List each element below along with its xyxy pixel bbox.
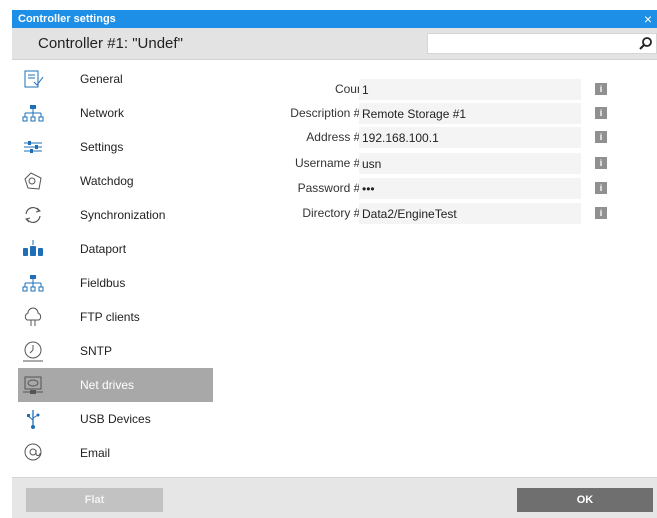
flat-button[interactable]: Flat xyxy=(26,488,163,512)
info-icon[interactable]: i xyxy=(595,83,607,95)
password-label: Password #1 xyxy=(297,181,367,195)
general-icon xyxy=(22,68,44,90)
sidebar-item-label: Email xyxy=(80,446,111,460)
window-title-bar: Controller settings × xyxy=(12,10,657,28)
fieldbus-icon xyxy=(22,272,44,294)
sidebar-item-sntp[interactable]: SNTP xyxy=(18,334,213,368)
sidebar-item-usb-devices[interactable]: USB Devices xyxy=(18,402,213,436)
network-icon xyxy=(22,102,44,124)
directory-field[interactable] xyxy=(359,203,581,224)
sidebar-item-settings[interactable]: Settings xyxy=(18,130,213,164)
sidebar-item-label: Synchronization xyxy=(80,208,166,222)
directory-label: Directory #1 xyxy=(302,206,367,220)
info-icon[interactable]: i xyxy=(595,182,607,194)
controller-header: Controller #1: "Undef" xyxy=(12,28,657,60)
search-icon[interactable] xyxy=(638,36,654,52)
sidebar-item-label: General xyxy=(80,72,123,86)
info-icon[interactable]: i xyxy=(595,157,607,169)
info-icon[interactable]: i xyxy=(595,107,607,119)
form-row-address: Address #1 i xyxy=(215,126,657,148)
sidebar-item-label: USB Devices xyxy=(80,412,151,426)
settings-icon xyxy=(22,136,44,158)
sidebar-item-net-drives[interactable]: Net drives xyxy=(18,368,213,402)
sidebar-item-label: SNTP xyxy=(80,344,113,358)
window-title: Controller settings xyxy=(18,13,116,25)
usb-icon xyxy=(22,408,44,430)
address-label: Address #1 xyxy=(306,130,367,144)
controller-title: Controller #1: "Undef" xyxy=(38,35,183,52)
ftp-icon xyxy=(22,306,44,328)
sidebar-item-label: Fieldbus xyxy=(80,276,126,290)
sidebar-item-label: Watchdog xyxy=(80,174,134,188)
sidebar-item-network[interactable]: Network xyxy=(18,96,213,130)
sidebar-item-fieldbus[interactable]: Fieldbus xyxy=(18,266,213,300)
description-label: Description #1 xyxy=(290,106,367,120)
sidebar-item-label: Net drives xyxy=(80,378,135,392)
username-label: Username #1 xyxy=(294,156,367,170)
description-field[interactable] xyxy=(359,103,581,124)
form-row-username: Username #1 i xyxy=(215,152,657,174)
form-row-count: Count i xyxy=(215,78,657,100)
close-icon[interactable]: × xyxy=(639,10,657,28)
email-icon xyxy=(22,442,44,464)
net-drive-icon xyxy=(22,374,44,396)
count-field[interactable] xyxy=(359,79,581,100)
sidebar-item-general[interactable]: General xyxy=(18,62,213,96)
sidebar-item-label: Settings xyxy=(80,140,124,154)
net-drives-form: Count i Description #1 i Address #1 i Us… xyxy=(215,60,657,474)
dataport-icon xyxy=(22,238,44,260)
sidebar-item-email[interactable]: Email xyxy=(18,436,213,470)
sidebar-item-ftp-clients[interactable]: FTP clients xyxy=(18,300,213,334)
sidebar-item-label: Network xyxy=(80,106,125,120)
sidebar-item-watchdog[interactable]: Watchdog xyxy=(18,164,213,198)
form-row-password: Password #1 i xyxy=(215,177,657,199)
sidebar-item-dataport[interactable]: Dataport xyxy=(18,232,213,266)
form-row-directory: Directory #1 i xyxy=(215,202,657,224)
ok-button[interactable]: OK xyxy=(517,488,653,512)
info-icon[interactable]: i xyxy=(595,207,607,219)
sidebar-item-label: Dataport xyxy=(80,242,127,256)
address-field[interactable] xyxy=(359,127,581,148)
dialog-footer: Flat OK xyxy=(12,477,657,518)
password-field[interactable] xyxy=(359,178,581,199)
sidebar-item-synchronization[interactable]: Synchronization xyxy=(18,198,213,232)
form-row-description: Description #1 i xyxy=(215,102,657,124)
info-icon[interactable]: i xyxy=(595,131,607,143)
synchronization-icon xyxy=(22,204,44,226)
watchdog-icon xyxy=(22,170,44,192)
clock-icon xyxy=(22,340,44,362)
search-box[interactable] xyxy=(427,33,657,54)
search-input[interactable] xyxy=(432,36,631,53)
settings-sidebar: General Network Settings Watchdog Synchr… xyxy=(18,60,213,474)
sidebar-item-label: FTP clients xyxy=(80,310,140,324)
username-field[interactable] xyxy=(359,153,581,174)
